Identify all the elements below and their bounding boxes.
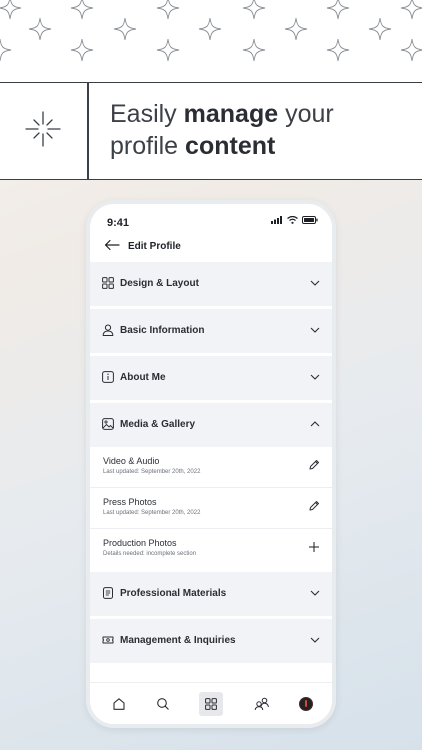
chevron-down-icon[interactable]: [310, 637, 320, 643]
battery-icon: [302, 216, 318, 224]
section-basic-information[interactable]: Basic Information: [90, 309, 332, 353]
chevron-down-icon[interactable]: [310, 327, 320, 333]
person-icon: [102, 324, 114, 336]
section-label: Professional Materials: [120, 588, 227, 599]
grid-icon: [205, 698, 217, 710]
item-subtitle: Last updated: September 20th, 2022: [103, 469, 201, 475]
bottom-tab-bar: [90, 682, 332, 724]
tab-dashboard[interactable]: [199, 692, 223, 716]
tab-network[interactable]: [250, 692, 274, 716]
status-time: 9:41: [107, 217, 130, 229]
section-management-inquiries[interactable]: Management & Inquiries: [90, 619, 332, 663]
item-title: Production Photos: [103, 538, 177, 548]
pencil-icon[interactable]: [308, 500, 320, 512]
pencil-icon[interactable]: [308, 459, 320, 471]
section-media-gallery[interactable]: Media & Gallery: [90, 403, 332, 447]
grid-icon: [102, 277, 114, 289]
section-label: Design & Layout: [120, 278, 199, 289]
headline: Easily manage your profile content: [110, 100, 334, 160]
tab-profile[interactable]: [294, 692, 318, 716]
tab-home[interactable]: [107, 692, 131, 716]
wifi-icon: [287, 216, 298, 224]
band-divider: [87, 83, 89, 179]
document-icon: [103, 587, 113, 599]
sparkle-pattern: [0, 0, 422, 62]
image-icon: [102, 418, 114, 430]
list-item-production-photos[interactable]: Production Photos Details needed: incomp…: [90, 529, 332, 570]
section-professional-materials[interactable]: Professional Materials: [90, 572, 332, 616]
chevron-down-icon[interactable]: [310, 280, 320, 286]
app-bar: Edit Profile: [90, 234, 332, 262]
list-item-video-audio[interactable]: Video & Audio Last updated: September 20…: [90, 447, 332, 488]
list-item-press-photos[interactable]: Press Photos Last updated: September 20t…: [90, 488, 332, 529]
decorative-pattern: [0, 0, 422, 82]
page-title: Edit Profile: [128, 241, 181, 252]
item-title: Press Photos: [103, 497, 157, 507]
signal-icon: [271, 216, 282, 224]
chevron-down-icon[interactable]: [310, 374, 320, 380]
section-about-me[interactable]: About Me: [90, 356, 332, 400]
item-subtitle: Last updated: September 20th, 2022: [103, 510, 201, 516]
section-label: Media & Gallery: [120, 419, 196, 430]
section-label: Management & Inquiries: [120, 635, 236, 646]
chevron-up-icon[interactable]: [310, 421, 320, 427]
section-label: About Me: [120, 372, 166, 383]
search-icon: [157, 698, 169, 710]
status-bar: 9:41: [90, 204, 332, 234]
tab-search[interactable]: [151, 692, 175, 716]
item-title: Video & Audio: [103, 456, 160, 466]
section-design-layout[interactable]: Design & Layout: [90, 262, 332, 306]
section-label: Basic Information: [120, 325, 205, 336]
sparkle-icon: [25, 111, 61, 147]
phone-mockup: 9:41 Edit Profile Design & Layout Basic …: [86, 200, 336, 728]
plus-icon[interactable]: [308, 541, 320, 553]
back-arrow-icon[interactable]: [104, 239, 120, 251]
ticket-icon: [102, 636, 114, 644]
home-icon: [113, 698, 125, 710]
chevron-down-icon[interactable]: [310, 590, 320, 596]
avatar: [299, 697, 313, 711]
people-icon: [254, 697, 269, 711]
info-icon: [102, 371, 114, 383]
status-icons: [271, 216, 318, 224]
item-subtitle: Details needed: incomplete section: [103, 551, 197, 557]
